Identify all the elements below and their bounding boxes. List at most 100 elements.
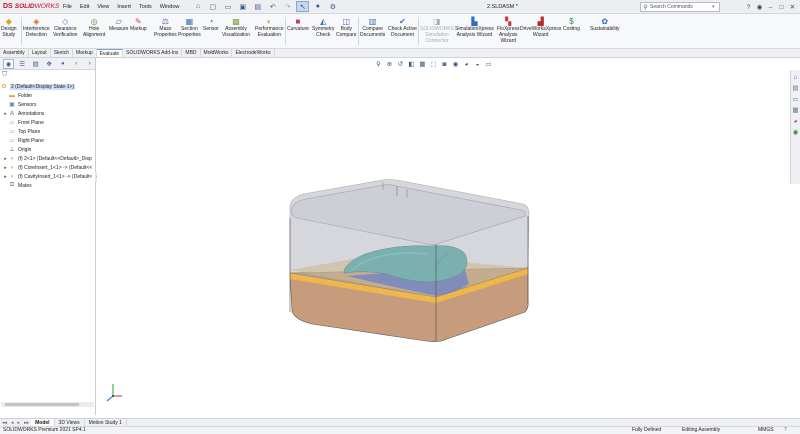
search-commands[interactable]: ⚲ Search Commands ▾ <box>640 2 720 12</box>
redo-icon[interactable]: ↷ <box>281 1 294 12</box>
status-product: SOLIDWORKS Premium 2021 SP4.1 <box>3 427 86 433</box>
tab-evaluate[interactable]: Evaluate <box>96 49 124 57</box>
design-library-icon[interactable]: ▤ <box>792 83 798 94</box>
tree-root-assembly[interactable]: ⚙ 2 (Default<Display State-1>) <box>0 82 96 91</box>
tab-moldworks[interactable]: MoldWorks <box>201 49 233 57</box>
symmetry-check-button[interactable]: ◭ Symmetry Check <box>312 16 335 39</box>
tree-item-part-2[interactable]: ▸ ◗ (f) 2<1> (Default<<Default>_Disp <box>0 154 96 163</box>
property-manager-icon[interactable]: ☰ <box>17 59 28 69</box>
menu-file[interactable]: File <box>59 0 76 14</box>
new-document-icon[interactable]: ▢ <box>206 1 219 12</box>
plane-icon: ▱ <box>9 129 15 135</box>
assembly-visualization-button[interactable]: ▩ Assembly Visualization <box>222 16 250 39</box>
solidworks-resources-icon[interactable]: ⌂ <box>794 72 798 83</box>
design-study-button[interactable]: ◆ Design Study <box>1 16 17 39</box>
mass-properties-button[interactable]: ⚖ Mass Properties <box>154 16 177 39</box>
maximize-button[interactable]: □ <box>776 4 787 11</box>
filter-icon[interactable]: ⛉ <box>0 70 95 80</box>
help-icon[interactable]: ? <box>743 4 754 11</box>
graphics-area[interactable]: ⚲ ⊕ ↺ ◧ ▦ ⬚ ◙ ◉ ◕ ◒ ▭ ⌂ ▤ ▭ ▦ ◕ ◉ <box>97 58 800 415</box>
quick-access-toolbar: ⌂ ▢ ▭ ▣ ▤ ↶ ↷ ↖ ● ⚙ <box>191 1 341 12</box>
clearance-verification-button[interactable]: ◇ Clearance Verification <box>53 16 77 39</box>
select-icon[interactable]: ↖ <box>296 1 310 12</box>
measure-button[interactable]: ▱ Measure <box>109 16 128 33</box>
tree-item-mates[interactable]: ⧉ Mates <box>0 181 96 190</box>
check-active-document-button[interactable]: ✔ Check Active Document <box>388 16 417 39</box>
undo-icon[interactable]: ↶ <box>266 1 279 12</box>
dimxpert-icon[interactable]: ✥ <box>44 59 55 69</box>
driveworksxpress-button[interactable]: ▟ DriveWorksXpress Wizard <box>520 16 561 39</box>
file-explorer-icon[interactable]: ▭ <box>792 94 798 105</box>
feature-manager-panel: ◉ ☰ ▤ ✥ ◕ ‹ › ⛉ ⚙ 2 (Default<Display Sta… <box>0 58 96 415</box>
chevron-down-icon[interactable]: ▾ <box>712 4 719 10</box>
status-bar: SOLIDWORKS Premium 2021 SP4.1 Fully Defi… <box>0 426 800 434</box>
tree-item-right-plane[interactable]: ▱ Right Plane <box>0 136 96 145</box>
tab-sketch[interactable]: Sketch <box>51 49 73 57</box>
configuration-manager-icon[interactable]: ▤ <box>30 59 41 69</box>
tab-mbd[interactable]: MBD <box>182 49 201 57</box>
tree-item-cavity-insert[interactable]: ▸ ◗ (f) CavityInsert_1<1> -> (Default< <box>0 172 96 181</box>
tree-item-origin[interactable]: ⊥ Origin <box>0 145 96 154</box>
appearances-icon[interactable]: ◕ <box>794 116 798 127</box>
close-button[interactable]: ✕ <box>787 3 798 11</box>
performance-icon: ◐ <box>266 16 272 26</box>
command-manager: ◆ Design Study ◈ Interference Detection … <box>0 14 800 49</box>
interference-detection-button[interactable]: ◈ Interference Detection <box>23 16 50 39</box>
scrollbar-thumb[interactable] <box>5 403 79 406</box>
tab-electrodeworks[interactable]: ElectrodeWorks <box>232 49 275 57</box>
menu-edit[interactable]: Edit <box>76 0 93 14</box>
tab-assembly[interactable]: Assembly <box>0 49 29 57</box>
help-icon[interactable]: ? <box>784 427 787 434</box>
status-units[interactable]: MMGS <box>758 427 774 434</box>
feature-tree-icon[interactable]: ◉ <box>3 58 14 69</box>
sensor-button[interactable]: ◔ Sensor <box>203 16 219 33</box>
floxpress-button[interactable]: ▚ FloXpress Analysis Wizard <box>497 16 520 44</box>
save-icon[interactable]: ▣ <box>236 1 249 12</box>
tab-layout[interactable]: Layout <box>29 49 51 57</box>
tab-solidworks-add-ins[interactable]: SOLIDWORKS Add-Ins <box>123 49 183 57</box>
custom-properties-icon[interactable]: ◉ <box>793 127 799 138</box>
open-icon[interactable]: ▭ <box>221 1 234 12</box>
horizontal-scrollbar[interactable] <box>1 402 94 407</box>
curvature-button[interactable]: ■ Curvature <box>287 16 309 33</box>
minimize-button[interactable]: – <box>765 4 776 11</box>
assembly-model-view[interactable] <box>97 58 800 415</box>
tree-item-core-insert[interactable]: ▸ ◗ (f) CoreInsert_1<1> -> (Default<< <box>0 163 96 172</box>
performance-evaluation-button[interactable]: ◐ Performance Evaluation <box>255 16 284 39</box>
first-tab-icon[interactable]: ◂◂ <box>0 420 9 426</box>
task-pane: ⌂ ▤ ▭ ▦ ◕ ◉ <box>790 70 800 184</box>
tree-item-folder[interactable]: ▬ Folder <box>0 91 96 100</box>
menu-tools[interactable]: Tools <box>135 0 156 14</box>
menu-insert[interactable]: Insert <box>113 0 135 14</box>
user-icon[interactable]: ◉ <box>754 3 765 11</box>
chevron-left-icon[interactable]: ‹ <box>71 59 82 69</box>
search-input[interactable]: Search Commands <box>650 4 712 10</box>
last-tab-icon[interactable]: ▸▸ <box>22 420 31 426</box>
markup-button[interactable]: ✎ Markup <box>130 16 147 33</box>
chevron-right-icon[interactable]: › <box>84 59 95 69</box>
view-palette-icon[interactable]: ▦ <box>792 105 798 116</box>
home-icon[interactable]: ⌂ <box>191 1 204 12</box>
options-icon[interactable]: ⚙ <box>326 1 339 12</box>
menu-view[interactable]: View <box>93 0 113 14</box>
costing-button[interactable]: $ Costing <box>563 16 580 33</box>
tree-item-sensors[interactable]: ▣ Sensors <box>0 100 96 109</box>
hole-alignment-button[interactable]: ◎ Hole Alignment <box>83 16 105 39</box>
section-properties-button[interactable]: ▦ Section Properties <box>178 16 201 39</box>
simulation-connector-button[interactable]: ◨ SOLIDWORKS Simulation Connector <box>420 16 454 44</box>
simulationxpress-button[interactable]: ▙ SimulationXpress Analysis Wizard <box>455 16 494 39</box>
tab-markup[interactable]: Markup <box>73 49 97 57</box>
tree-item-top-plane[interactable]: ▱ Top Plane <box>0 127 96 136</box>
display-manager-icon[interactable]: ◕ <box>57 59 68 69</box>
annotations-icon: A <box>9 110 14 117</box>
body-compare-button[interactable]: ◫ Body Compare <box>336 16 357 39</box>
compare-documents-button[interactable]: ▥ Compare Documents <box>360 16 385 39</box>
search-icon: ⚲ <box>643 4 648 11</box>
sustainability-button[interactable]: ✿ Sustainability <box>590 16 619 33</box>
rebuild-icon[interactable]: ● <box>311 1 324 12</box>
menu-window[interactable]: Window <box>156 0 184 14</box>
tree-item-annotations[interactable]: ▸ A Annotations <box>0 109 96 118</box>
print-icon[interactable]: ▤ <box>251 1 264 12</box>
solidworks-logo[interactable]: DS SOLID WORKS <box>3 3 59 10</box>
tree-item-front-plane[interactable]: ▱ Front Plane <box>0 118 96 127</box>
